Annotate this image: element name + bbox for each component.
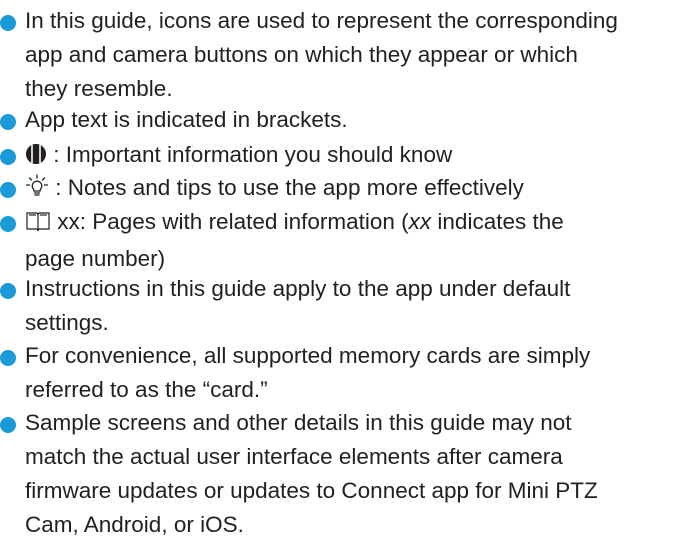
list-item-text: Instructions in this guide apply to the …	[25, 272, 697, 340]
text-line: App text is indicated in brackets.	[25, 107, 348, 132]
list-item-text: : Important information you should know	[25, 138, 697, 175]
bullet-dot	[0, 182, 16, 198]
bullet-dot	[0, 15, 16, 31]
guide-conventions-page: In this guide, icons are used to represe…	[0, 0, 700, 537]
list-item-text: For convenience, all supported memory ca…	[25, 339, 697, 407]
pages-label-em: xx	[408, 209, 432, 234]
text-line: they resemble.	[25, 76, 173, 101]
important-label: : Important information you should know	[47, 142, 453, 167]
bullet-dot	[0, 350, 16, 366]
pages-label-pre: xx: Pages with related information (	[51, 209, 409, 234]
text-line: referred to as the “card.”	[25, 377, 268, 402]
text-line: page number)	[25, 246, 166, 271]
notes-label: : Notes and tips to use the app more eff…	[49, 175, 524, 200]
list-item-text: Sample screens and other details in this…	[25, 406, 697, 542]
text-line: xx: Pages with related information (xx i…	[25, 205, 697, 242]
text-line: : Notes and tips to use the app more eff…	[25, 171, 697, 208]
text-line: match the actual user interface elements…	[25, 444, 563, 469]
bullet-dot	[0, 149, 16, 165]
list-item-text: : Notes and tips to use the app more eff…	[25, 171, 697, 208]
text-line: : Important information you should know	[25, 138, 697, 175]
text-line: For convenience, all supported memory ca…	[25, 343, 591, 368]
text-line: Sample screens and other details in this…	[25, 410, 572, 435]
lightbulb-tips-icon	[25, 174, 49, 208]
bullet-dot	[0, 417, 16, 433]
text-line: settings.	[25, 310, 109, 335]
text-line: Instructions in this guide apply to the …	[25, 276, 571, 301]
important-info-icon	[25, 141, 47, 175]
list-item-text: App text is indicated in brackets.	[25, 103, 697, 137]
book-pages-icon	[25, 208, 51, 242]
bullet-dot	[0, 216, 16, 232]
bullet-dot	[0, 283, 16, 299]
text-line: firmware updates or updates to Connect a…	[25, 478, 598, 503]
text-line: app and camera buttons on which they app…	[25, 42, 578, 67]
bullet-dot	[0, 114, 16, 130]
list-item-text: xx: Pages with related information (xx i…	[25, 205, 697, 276]
text-line: In this guide, icons are used to represe…	[25, 8, 618, 33]
pages-label-post: indicates the	[431, 209, 564, 234]
list-item-text: In this guide, icons are used to represe…	[25, 4, 697, 106]
